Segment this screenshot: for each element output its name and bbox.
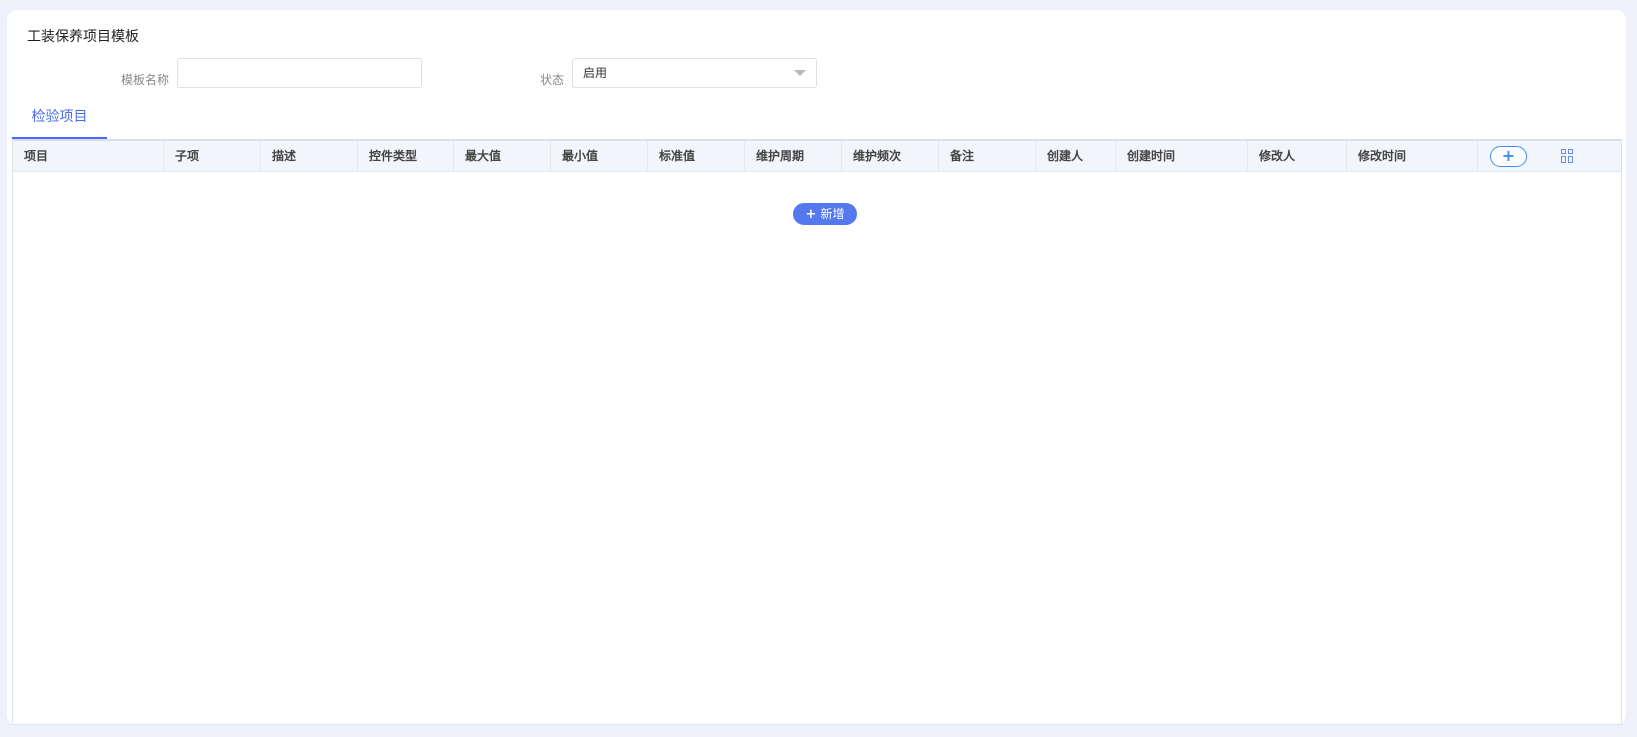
add-column-button[interactable]: + [1490, 146, 1527, 167]
column-header-min-value: 最小值 [551, 141, 648, 171]
add-row-button[interactable]: + 新增 [793, 203, 857, 225]
column-header-maintenance-frequency: 维护频次 [842, 141, 939, 171]
chevron-down-icon [794, 70, 806, 76]
plus-icon: + [805, 207, 817, 222]
column-header-creator: 创建人 [1036, 141, 1116, 171]
status-label: 状态 [539, 73, 564, 87]
tab-bar: 检验项目 [12, 102, 1626, 139]
page-title: 工装保养项目模板 [27, 29, 139, 45]
column-header-modifier: 修改人 [1248, 141, 1347, 171]
column-header-sub-item: 子项 [164, 141, 261, 171]
column-header-description: 描述 [261, 141, 358, 171]
tab-inspection-items[interactable]: 检验项目 [12, 102, 107, 139]
column-actions: + [1478, 141, 1621, 171]
column-header-maintenance-cycle: 维护周期 [745, 141, 842, 171]
column-header-standard-value: 标准值 [648, 141, 745, 171]
template-name-input[interactable] [177, 58, 422, 88]
status-select-value: 启用 [583, 66, 608, 80]
column-header-created-time: 创建时间 [1116, 141, 1248, 171]
column-header-remarks: 备注 [939, 141, 1036, 171]
inspection-items-table: 项目 子项 描述 控件类型 最大值 最小值 标准值 维护周期 维护频次 备注 创… [12, 139, 1622, 725]
main-card: 工装保养项目模板 模板名称 状态 启用 检验项目 项目 子项 描述 控件类型 最… [7, 10, 1626, 725]
column-header-item: 项目 [13, 141, 164, 171]
plus-icon: + [1501, 146, 1516, 165]
column-header-control-type: 控件类型 [358, 141, 454, 171]
table-header: 项目 子项 描述 控件类型 最大值 最小值 标准值 维护周期 维护频次 备注 创… [13, 141, 1621, 172]
template-name-label: 模板名称 [120, 73, 169, 87]
add-row-label: 新增 [820, 207, 845, 221]
status-select[interactable]: 启用 [572, 58, 817, 88]
column-header-max-value: 最大值 [454, 141, 551, 171]
grid-settings-icon[interactable] [1561, 149, 1575, 163]
column-header-modified-time: 修改时间 [1347, 141, 1478, 171]
